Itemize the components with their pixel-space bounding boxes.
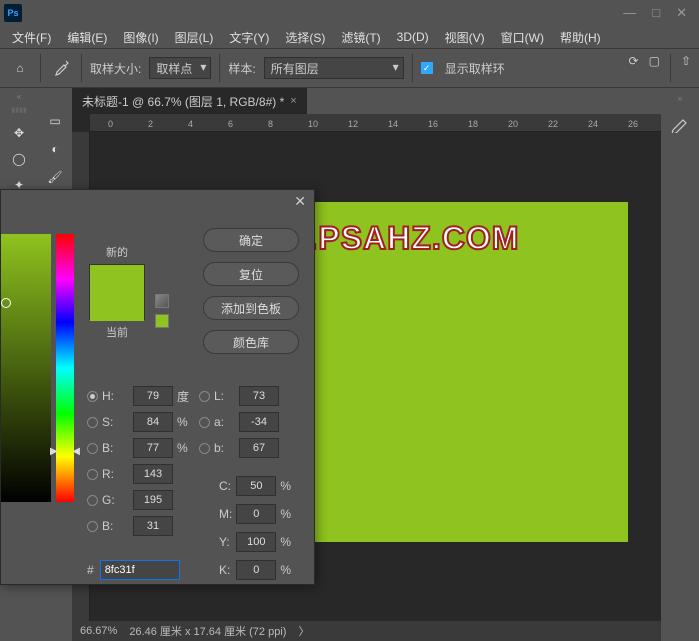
document-tabs: 未标题-1 @ 66.7% (图层 1, RGB/8#) * × (72, 88, 661, 114)
lasso-tool[interactable]: ◯ (4, 146, 34, 172)
zoom-level[interactable]: 66.67% (80, 625, 117, 637)
marquee-tool[interactable]: ▭ (40, 108, 70, 134)
current-color-label: 当前 (89, 324, 145, 340)
dialog-close-icon[interactable]: ✕ (294, 193, 306, 210)
websafe-icon[interactable] (155, 314, 169, 328)
show-ring-checkbox[interactable]: ✓ (421, 62, 433, 74)
color-library-button[interactable]: 颜色库 (203, 330, 299, 354)
hex-label: # (87, 563, 94, 577)
menu-view[interactable]: 视图(V) (439, 27, 491, 48)
status-arrow-icon[interactable]: 〉 (298, 623, 309, 639)
s-radio[interactable] (87, 417, 98, 428)
menu-3d[interactable]: 3D(D) (391, 28, 435, 46)
menu-type[interactable]: 文字(Y) (223, 27, 275, 48)
menu-edit[interactable]: 编辑(E) (61, 27, 113, 48)
options-bar: ⌂ 取样大小: 取样点 样本: 所有图层 ✓ 显示取样环 ⟳ ▢ ⇧ (0, 48, 699, 88)
title-bar: Ps — □ ✕ (0, 0, 699, 26)
b3-radio[interactable] (199, 443, 210, 454)
color-swatch (89, 264, 145, 320)
lab-b-input[interactable] (239, 438, 279, 458)
reset-button[interactable]: 复位 (203, 262, 299, 286)
home-icon[interactable]: ⌂ (8, 56, 32, 80)
a-input[interactable] (239, 412, 279, 432)
pen-icon[interactable] (661, 108, 699, 138)
add-swatch-button[interactable]: 添加到色板 (203, 296, 299, 320)
ruler-horizontal: 0 2 4 6 8 10 12 14 16 18 20 22 24 26 (90, 114, 661, 132)
new-color-label: 新的 (89, 244, 145, 260)
s-input[interactable] (133, 412, 173, 432)
new-color-swatch (90, 265, 144, 293)
tab-title: 未标题-1 @ 66.7% (图层 1, RGB/8#) * (82, 93, 284, 110)
sample-size-label: 取样大小: (90, 60, 141, 77)
hue-slider[interactable] (56, 234, 74, 502)
move-tool[interactable]: ✥ (4, 120, 34, 146)
r-radio[interactable] (87, 469, 98, 480)
right-panel: » (661, 88, 699, 641)
h-radio[interactable] (87, 391, 98, 402)
quick-select-tool[interactable]: ◐ (40, 136, 70, 162)
sample-label: 样本: (228, 60, 255, 77)
minimize-button[interactable]: — (623, 5, 636, 21)
b-radio[interactable] (87, 443, 98, 454)
status-bar: 66.67% 26.46 厘米 x 17.64 厘米 (72 ppi) 〉 (72, 621, 661, 641)
eyedropper-icon[interactable] (49, 56, 73, 80)
collapse-right-icon[interactable]: » (661, 94, 699, 108)
window-controls: — □ ✕ (623, 5, 695, 21)
menu-help[interactable]: 帮助(H) (554, 27, 607, 48)
m-input[interactable] (236, 504, 276, 524)
cube-icon[interactable] (155, 294, 169, 308)
l-radio[interactable] (199, 391, 210, 402)
menu-filter[interactable]: 滤镜(T) (335, 27, 386, 48)
current-color-swatch (90, 293, 144, 321)
collapse-icon[interactable]: « (4, 92, 34, 106)
saturation-cursor[interactable] (1, 298, 11, 308)
blue-input[interactable] (133, 516, 173, 536)
sample-size-select[interactable]: 取样点 (149, 57, 211, 79)
l-input[interactable] (239, 386, 279, 406)
a-radio[interactable] (199, 417, 210, 428)
refresh-icon[interactable]: ⟳ (629, 54, 639, 82)
menu-bar: 文件(F) 编辑(E) 图像(I) 图层(L) 文字(Y) 选择(S) 滤镜(T… (0, 26, 699, 48)
menu-window[interactable]: 窗口(W) (495, 27, 550, 48)
g-input[interactable] (133, 490, 173, 510)
brush-tool[interactable]: 🖌 (40, 164, 70, 190)
color-picker-dialog: ✕ ▶◀ 新的 当前 确定 复位 添加到色板 颜色库 H: 度 S: % B: … (0, 189, 315, 585)
share-icon[interactable]: ⇧ (681, 54, 691, 82)
show-ring-label: 显示取样环 (445, 60, 505, 77)
c-input[interactable] (236, 476, 276, 496)
menu-select[interactable]: 选择(S) (279, 27, 331, 48)
menu-layer[interactable]: 图层(L) (169, 27, 220, 48)
menu-file[interactable]: 文件(F) (6, 27, 57, 48)
b2-radio[interactable] (87, 521, 98, 532)
sample-select[interactable]: 所有图层 (264, 57, 404, 79)
g-radio[interactable] (87, 495, 98, 506)
close-button[interactable]: ✕ (676, 5, 687, 21)
document-tab[interactable]: 未标题-1 @ 66.7% (图层 1, RGB/8#) * × (72, 88, 307, 114)
menu-image[interactable]: 图像(I) (117, 27, 164, 48)
tab-close-icon[interactable]: × (290, 95, 296, 107)
brightness-input[interactable] (133, 438, 173, 458)
hex-input[interactable] (100, 560, 180, 580)
h-input[interactable] (133, 386, 173, 406)
ok-button[interactable]: 确定 (203, 228, 299, 252)
app-logo: Ps (4, 4, 22, 22)
saturation-field[interactable] (1, 234, 51, 502)
maximize-button[interactable]: □ (652, 5, 660, 21)
grid-icon[interactable]: ▢ (649, 54, 660, 82)
document-dimensions: 26.46 厘米 x 17.64 厘米 (72 ppi) (129, 623, 286, 639)
k-input[interactable] (236, 560, 276, 580)
r-input[interactable] (133, 464, 173, 484)
y-input[interactable] (236, 532, 276, 552)
